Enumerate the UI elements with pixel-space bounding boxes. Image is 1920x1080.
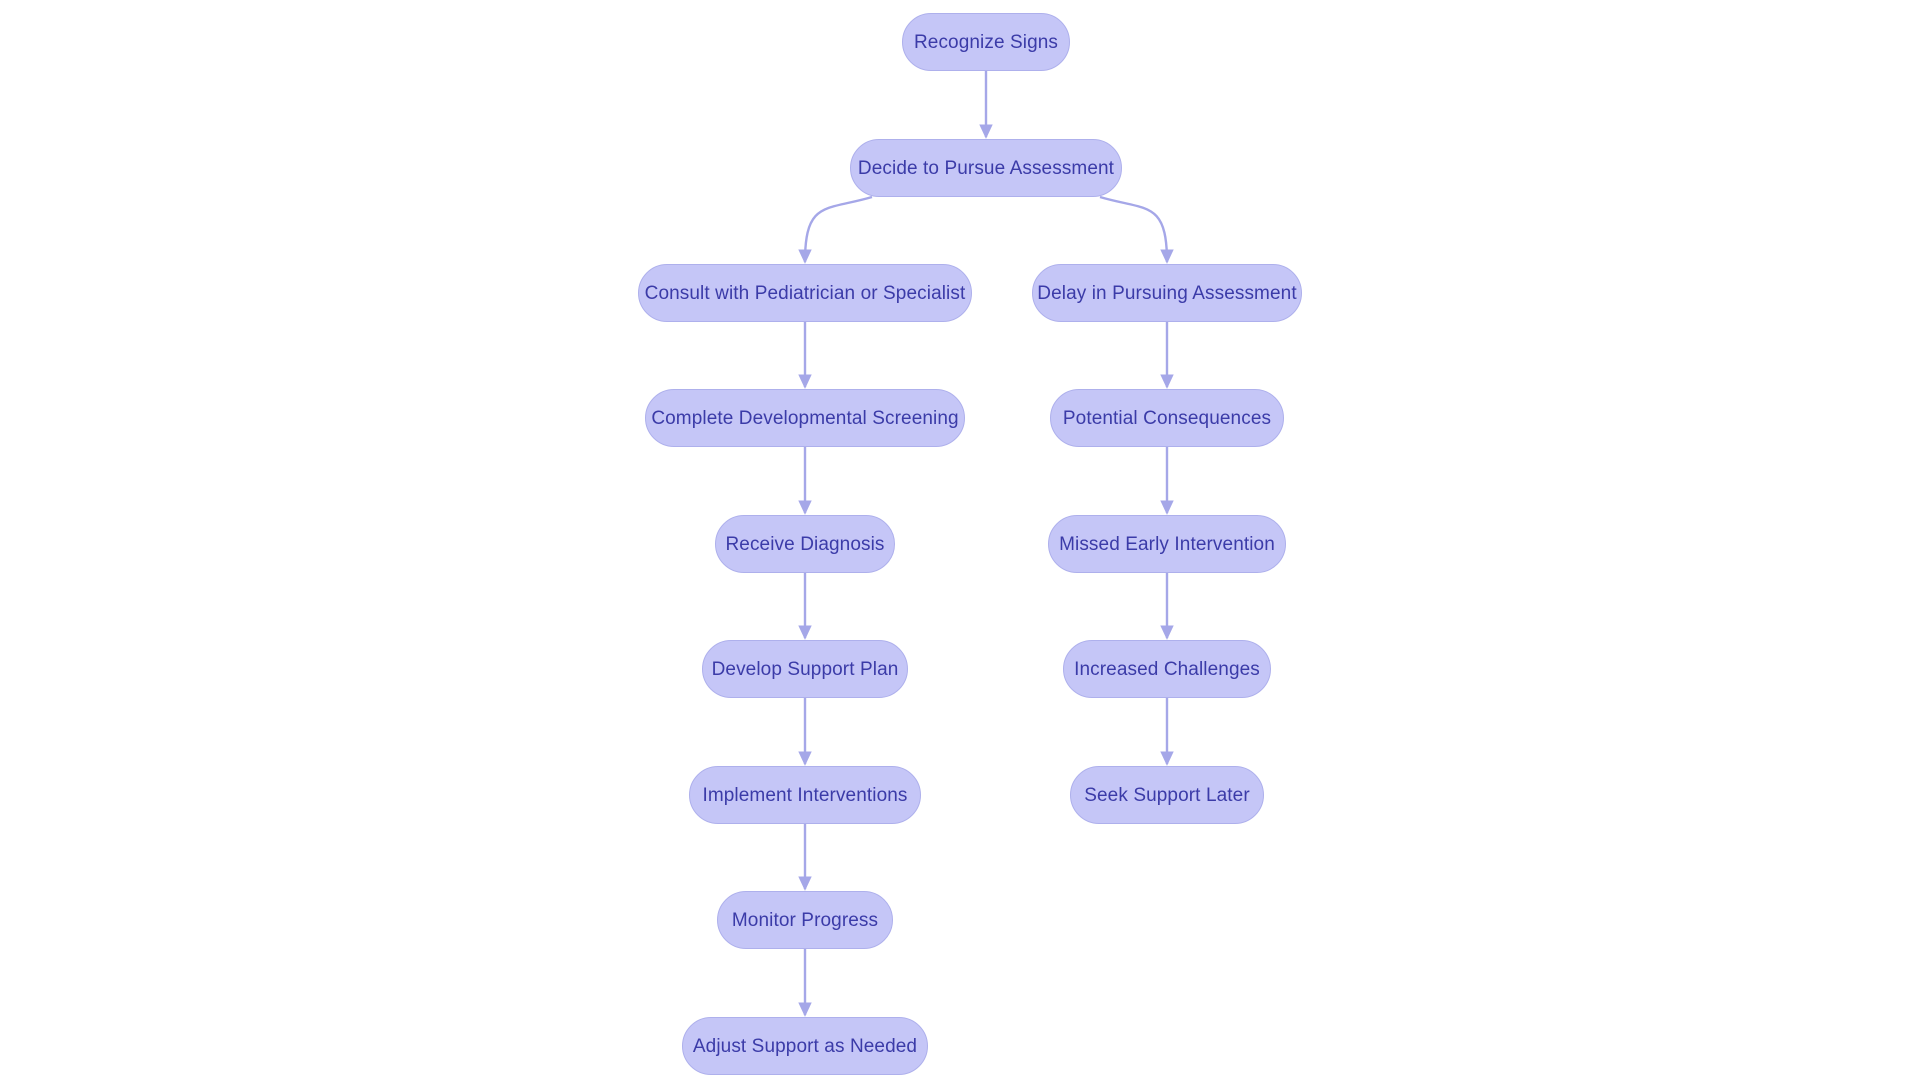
node-missed-intervention[interactable]: Missed Early Intervention	[1048, 515, 1286, 573]
edge-decide-assessment-to-consult-specialist	[798, 195, 873, 264]
node-consult-specialist[interactable]: Consult with Pediatrician or Specialist	[638, 264, 972, 322]
node-label: Recognize Signs	[913, 31, 1059, 53]
node-recognize-signs[interactable]: Recognize Signs	[902, 13, 1070, 71]
node-delay-assessment[interactable]: Delay in Pursuing Assessment	[1032, 264, 1302, 322]
node-label: Consult with Pediatrician or Specialist	[644, 282, 966, 304]
node-label: Implement Interventions	[702, 784, 908, 806]
node-label: Decide to Pursue Assessment	[857, 157, 1115, 179]
node-increased-challenges[interactable]: Increased Challenges	[1063, 640, 1271, 698]
node-implement-interventions[interactable]: Implement Interventions	[689, 766, 921, 824]
node-label: Delay in Pursuing Assessment	[1037, 282, 1297, 304]
node-complete-screening[interactable]: Complete Developmental Screening	[645, 389, 965, 447]
node-label: Develop Support Plan	[711, 658, 899, 680]
node-receive-diagnosis[interactable]: Receive Diagnosis	[715, 515, 895, 573]
node-label: Complete Developmental Screening	[651, 407, 959, 429]
flowchart-canvas: Recognize Signs Decide to Pursue Assessme…	[0, 0, 1920, 1080]
node-label: Monitor Progress	[731, 909, 879, 931]
node-develop-support-plan[interactable]: Develop Support Plan	[702, 640, 908, 698]
edge-decide-assessment-to-delay-assessment	[1099, 195, 1174, 264]
node-label: Potential Consequences	[1062, 407, 1272, 429]
node-label: Missed Early Intervention	[1059, 533, 1275, 555]
node-label: Adjust Support as Needed	[692, 1035, 918, 1057]
node-decide-assessment[interactable]: Decide to Pursue Assessment	[850, 139, 1122, 197]
node-label: Increased Challenges	[1074, 658, 1260, 680]
node-seek-support-later[interactable]: Seek Support Later	[1070, 766, 1264, 824]
node-potential-consequences[interactable]: Potential Consequences	[1050, 389, 1284, 447]
node-label: Seek Support Later	[1084, 784, 1250, 806]
node-label: Receive Diagnosis	[725, 533, 885, 555]
node-monitor-progress[interactable]: Monitor Progress	[717, 891, 893, 949]
node-adjust-support[interactable]: Adjust Support as Needed	[682, 1017, 928, 1075]
